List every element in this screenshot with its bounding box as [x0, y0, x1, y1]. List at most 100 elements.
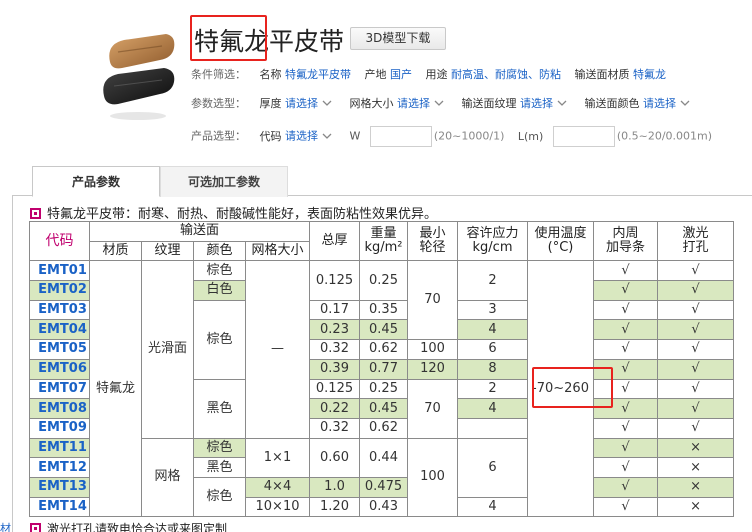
laser-cell: √	[657, 280, 735, 301]
stress-cell: 4	[457, 496, 529, 518]
laser-cell: √	[657, 260, 735, 282]
param-thickness-key: 厚度	[259, 97, 282, 110]
col-wheel-header: 最小 轮径	[407, 220, 459, 262]
product-code-key: 代码	[259, 129, 282, 143]
spec-table: 代码 输送面 总厚 重量 kg/m² 最小 轮径 容许应力 kg/cm 使用温度 (°C…	[29, 220, 735, 518]
code-cell[interactable]: EMT07	[29, 378, 90, 400]
stress-cell: 4	[457, 398, 529, 419]
laser-cell: ×	[657, 476, 735, 498]
col-material-header: 材质	[89, 240, 142, 262]
product-header: 特氟龙平皮带 3D模型下载 条件筛选： 名称 特氟龙平皮带 产地 国产 用途 耐…	[0, 0, 752, 158]
mesh-cell: 10×10	[244, 496, 311, 518]
thickness-cell: 0.32	[309, 339, 361, 360]
param-color-select[interactable]: 请选择	[643, 97, 676, 110]
thickness-cell: 0.23	[309, 319, 361, 341]
weight-cell: 0.62	[359, 339, 409, 360]
col-guide-header: 内周 加导条	[593, 220, 659, 262]
table-row: EMT01 特氟龙 光滑面 棕色 — 0.125 0.25 70 2 -70~2…	[29, 260, 735, 518]
material-cell: 特氟龙	[89, 260, 142, 518]
col-weight-header: 重量 kg/m²	[359, 220, 409, 262]
code-cell[interactable]: EMT02	[29, 280, 90, 301]
code-cell[interactable]: EMT09	[29, 417, 90, 439]
width-input[interactable]	[369, 126, 432, 147]
filter-label: 条件筛选：	[191, 68, 246, 81]
code-cell[interactable]: EMT13	[29, 476, 90, 498]
weight-cell: 0.77	[359, 358, 409, 380]
param-thickness-select[interactable]: 请选择	[285, 97, 318, 110]
product-image	[103, 34, 175, 120]
chevron-down-icon[interactable]	[557, 98, 567, 108]
weight-cell: 0.35	[359, 299, 409, 321]
filter-name-link[interactable]: 特氟龙平皮带	[285, 68, 351, 81]
code-cell[interactable]: EMT05	[29, 339, 90, 360]
wheel-cell: 100	[407, 339, 459, 360]
filter-surface-key: 输送面材质	[574, 68, 630, 81]
code-cell[interactable]: EMT11	[29, 437, 90, 459]
weight-cell: 0.25	[359, 378, 409, 400]
param-texture-key: 输送面纹理	[461, 97, 517, 110]
stress-cell: 2	[457, 260, 529, 301]
laser-cell: ×	[657, 496, 735, 518]
code-cell[interactable]: EMT04	[29, 319, 90, 341]
param-mesh-select[interactable]: 请选择	[397, 97, 430, 110]
stress-cell: 6	[457, 437, 529, 498]
weight-cell: 0.44	[359, 437, 409, 478]
chevron-down-icon[interactable]	[680, 98, 690, 108]
guide-cell: √	[593, 319, 659, 341]
filter-use-link[interactable]: 耐高温、耐腐蚀、防粘	[451, 68, 561, 81]
texture-cell: 光滑面	[141, 260, 194, 439]
guide-cell: √	[593, 457, 659, 478]
color-cell: 棕色	[193, 260, 246, 282]
laser-cell: √	[657, 319, 735, 341]
tab-processing-params[interactable]: 可选加工参数	[160, 166, 288, 197]
code-cell[interactable]: EMT06	[29, 358, 90, 380]
product-description: 特氟龙平皮带：耐寒、耐热、耐酸碱性能好，表面防粘性效果优异。	[30, 203, 437, 222]
product-code-select[interactable]: 请选择	[285, 130, 318, 143]
code-cell[interactable]: EMT03	[29, 299, 90, 321]
stress-cell	[457, 417, 529, 439]
mesh-cell: 1×1	[244, 437, 311, 478]
width-hint: (20~1000/1)	[433, 129, 505, 143]
col-texture-header: 纹理	[141, 240, 194, 262]
code-cell[interactable]: EMT14	[29, 496, 90, 518]
content-border	[12, 196, 13, 532]
params-label: 参数选型：	[191, 97, 246, 110]
laser-cell: √	[657, 378, 735, 400]
tab-product-params[interactable]: 产品参数	[32, 166, 160, 197]
thickness-cell: 0.17	[309, 299, 361, 321]
filter-origin-link[interactable]: 国产	[390, 68, 412, 81]
laser-cell: √	[657, 299, 735, 321]
param-mesh-key: 网格大小	[349, 97, 394, 110]
color-cell: 棕色	[193, 299, 246, 380]
thickness-cell: 0.125	[309, 378, 361, 400]
length-input[interactable]	[552, 126, 615, 147]
filter-name-key: 名称	[259, 68, 282, 81]
wheel-cell: 70	[407, 378, 459, 439]
chevron-down-icon[interactable]	[434, 98, 444, 108]
chevron-down-icon[interactable]	[322, 98, 332, 108]
description-text: 特氟龙平皮带：耐寒、耐热、耐酸碱性能好，表面防粘性效果优异。	[47, 207, 438, 222]
product-label: 产品选型：	[191, 129, 246, 143]
filter-surface-link[interactable]: 特氟龙	[633, 68, 666, 81]
code-cell[interactable]: EMT08	[29, 398, 90, 419]
thickness-cell: 0.22	[309, 398, 361, 419]
thickness-cell: 1.20	[309, 496, 361, 518]
wheel-cell: 120	[407, 358, 459, 380]
title-highlight-box	[190, 15, 267, 61]
param-texture-select[interactable]: 请选择	[520, 97, 553, 110]
guide-cell: √	[593, 299, 659, 321]
laser-cell: ×	[657, 457, 735, 478]
chevron-down-icon[interactable]	[322, 131, 332, 141]
col-code-header: 代码	[29, 220, 90, 262]
guide-cell: √	[593, 417, 659, 439]
guide-cell: √	[593, 437, 659, 459]
code-cell[interactable]: EMT01	[29, 260, 90, 282]
code-cell[interactable]: EMT12	[29, 457, 90, 478]
temp-highlight-box	[532, 367, 613, 408]
col-color-header: 颜色	[193, 240, 246, 262]
thickness-cell: 1.0	[309, 476, 361, 498]
col-mesh-header: 网格大小	[244, 240, 311, 262]
download-3d-button[interactable]: 3D模型下载	[350, 27, 446, 50]
width-label: W	[349, 129, 361, 143]
guide-cell: √	[593, 280, 659, 301]
